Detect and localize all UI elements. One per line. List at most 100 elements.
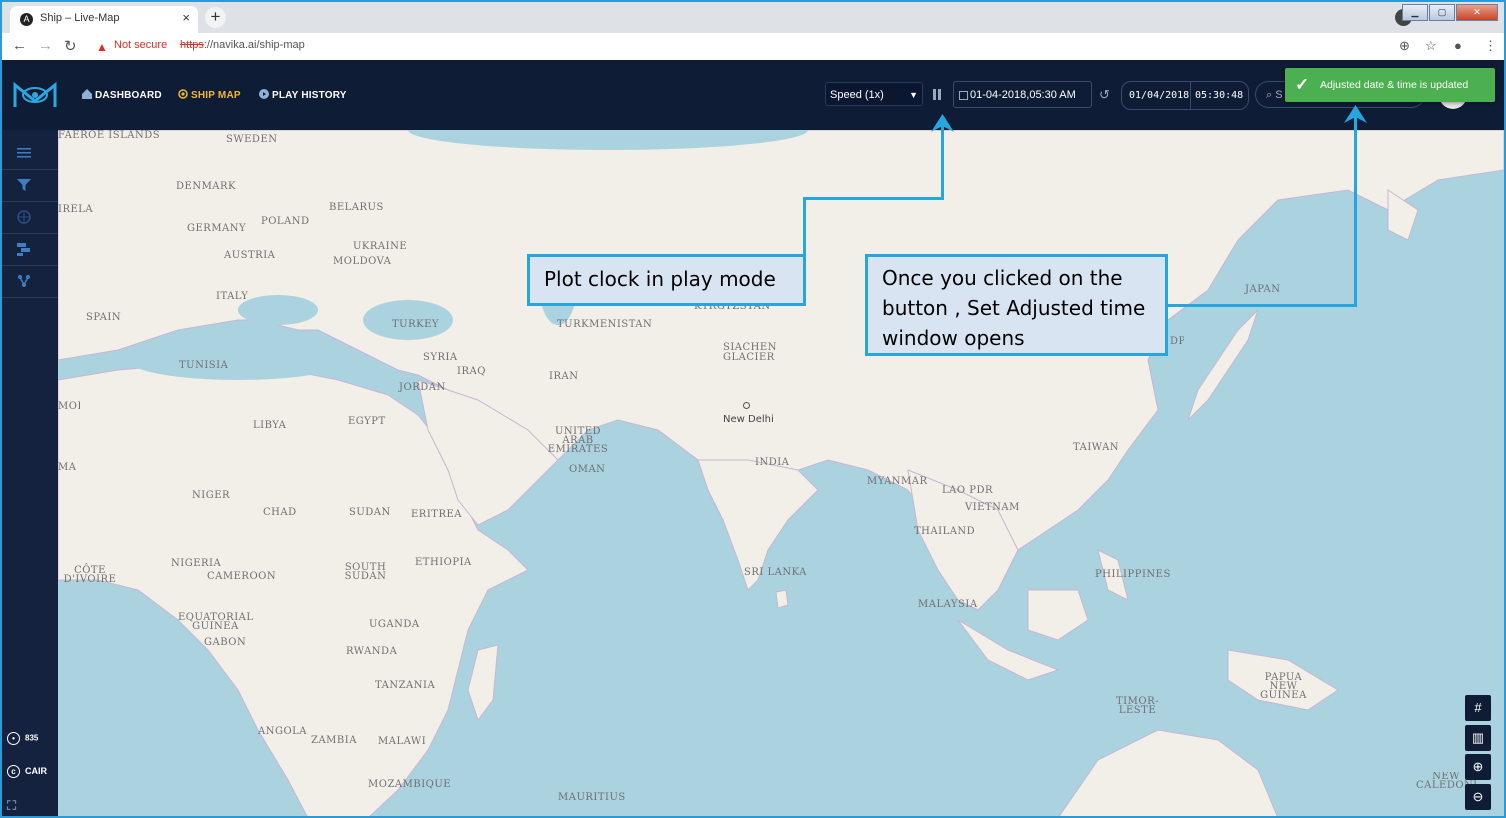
maximize-button[interactable]: ▢ [1429,4,1455,21]
hamburger-menu-icon [17,148,31,158]
reload-icon[interactable]: ↻ [64,37,77,55]
annotation-text: Once you clicked on the button , Set Adj… [882,266,1146,350]
sidebar-menu[interactable] [2,138,58,170]
map-label: OMAN [569,464,606,475]
map-label: PAPUA NEW GUINEA [1260,672,1307,701]
map-label: TUNISIA [179,360,229,371]
not-secure-label[interactable]: Not secure [114,39,167,51]
map-label: TIMOR-LESTE [1116,696,1159,716]
layers-icon [17,243,30,256]
map-label: CAMEROON [207,571,277,582]
nav-dashboard[interactable]: DASHBOARD [82,89,162,101]
fullscreen-icon[interactable]: ⛶ [7,798,16,814]
annotation-text: Plot clock in play mode [544,267,776,291]
browser-tab[interactable]: A Ship – Live-Map × [10,6,198,33]
target-icon [178,89,188,99]
nav-ship-map[interactable]: SHIP MAP [178,89,241,101]
home-icon [82,89,92,99]
new-tab-button[interactable]: + [205,7,226,28]
nav-dashboard-label: DASHBOARD [95,90,162,101]
map-label: MAURITIUS [558,792,626,803]
play-clock[interactable]: 01/04/2018 05:30:48 [1121,81,1249,110]
map-label: EQUATORIAL GUINEA [178,612,254,632]
map-label: TANZANIA [375,680,436,691]
calendar-icon [959,91,968,100]
play-circle-icon [259,89,269,99]
sidebar-835[interactable]: • 835 [7,732,38,745]
map-label: EGYPT [348,416,386,427]
forward-arrow-icon[interactable]: → [38,37,53,54]
navika-logo-icon [13,81,57,107]
url-field[interactable]: https://navika.ai/ship-map [180,39,305,51]
map-label: UGANDA [369,619,420,630]
map-label: MAURITANIA [58,462,76,473]
back-arrow-icon[interactable]: ← [12,37,27,54]
map-label: JAPAN [1245,284,1281,295]
map-label: MYANMAR [867,476,928,487]
speed-select[interactable]: Speed (1x) ▼ [825,82,923,106]
map-label: UKRAINE [353,241,408,252]
url-scheme: https [180,39,204,51]
zoom-icon[interactable]: ⊕ [1399,38,1410,54]
map-label: TURKMENISTAN [557,319,653,330]
minimize-button[interactable]: ▁ [1402,4,1428,21]
map-label: MOZAMBIQUE [368,779,452,790]
toast-notification: ✓ Adjusted date & time is updated [1285,68,1495,102]
arrow-head-icon [931,114,954,132]
map-land-layer [58,130,1504,816]
address-bar: ← → ↻ ▲ Not secure https://navika.ai/shi… [2,33,1504,61]
sidebar-cair-label: CAIR [25,765,47,776]
capital-marker-icon [743,402,750,409]
sidebar-layers[interactable] [2,234,58,266]
map-label: SPAIN [86,312,122,323]
zoom-out-button[interactable]: ⊖ [1465,784,1491,810]
map-label: SYRIA [423,352,458,363]
copyright-icon: c [7,765,20,778]
target-circle-icon: • [7,732,20,745]
map-label: INDIA [755,457,790,468]
account-icon[interactable]: ● [1454,38,1462,53]
tab-close-button[interactable]: × [182,10,190,25]
close-window-button[interactable]: ✕ [1456,4,1498,21]
map-label: AUSTRIA [224,250,276,261]
zoom-in-button[interactable]: ⊕ [1465,754,1491,780]
play-clock-date: 01/04/2018 [1129,90,1190,101]
map-label: IRAN [549,371,579,382]
filter-icon [17,179,31,191]
map-label: RWANDA [346,646,398,657]
map-label: CÔTE D'IVOIRE [63,565,117,585]
map-label: MOLDOVA [333,256,392,267]
grid-toggle-button[interactable]: # [1465,695,1491,721]
connector-line [1354,114,1357,307]
sidebar-network[interactable] [2,266,58,298]
warning-icon: ▲ [96,40,108,54]
map-label: ETHIOPIA [415,557,472,568]
reset-time-icon[interactable]: ↺ [1099,87,1110,103]
menu-kebab-icon[interactable]: ⋮ [1484,38,1497,54]
play-clock-time: 05:30:48 [1195,90,1244,101]
map-canvas[interactable]: FAEROE ISLANDS SWEDEN DENMARK BELARUS PO… [58,130,1504,816]
map-style-button[interactable]: ▥ [1465,725,1491,751]
nav-play-history[interactable]: PLAY HISTORY [259,89,347,101]
map-label: POLAND [261,216,310,227]
left-sidebar: • 835 c CAIR ⛶ [2,130,58,816]
map-label: ZAMBIA [311,735,357,746]
map-label: TAIWAN [1073,442,1120,453]
nav-play-history-label: PLAY HISTORY [272,90,347,101]
play-clock-divider [1190,82,1191,109]
window-controls: ▁ ▢ ✕ [1402,4,1498,21]
map-label: JORDAN [399,382,446,393]
map-label: SIACHEN GLACIER [723,342,777,363]
map-label: ERITREA [411,509,462,520]
browser-tab-bar: A Ship – Live-Map × + ▁ ▢ ✕ [2,2,1504,33]
map-label: MALAYSIA [918,599,978,610]
city-label: New Delhi [723,414,774,425]
bookmark-star-icon[interactable]: ☆ [1425,38,1437,54]
globe-icon [17,210,31,224]
connector-line [941,124,944,199]
sidebar-filter[interactable] [2,170,58,202]
pause-icon[interactable] [933,89,942,100]
sidebar-globe[interactable] [2,202,58,234]
sidebar-cair[interactable]: c CAIR [7,765,47,778]
date-picker-input[interactable]: 01-04-2018,05:30 AM [953,81,1092,108]
